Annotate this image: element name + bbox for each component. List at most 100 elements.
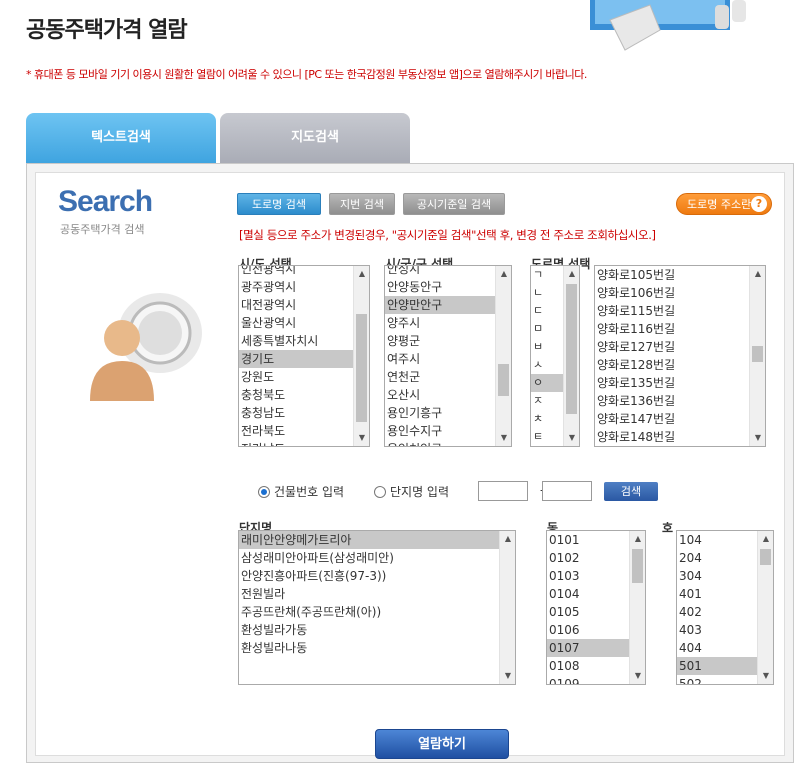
list-item[interactable]: ㄱ — [531, 266, 563, 284]
list-item[interactable]: 용인수지구 — [385, 422, 495, 440]
list-item[interactable]: 양화로148번길 — [595, 428, 749, 446]
list-item[interactable]: 401 — [677, 585, 757, 603]
building-number-main-input[interactable] — [478, 481, 528, 501]
list-item[interactable]: 양화로136번길 — [595, 392, 749, 410]
list-item[interactable]: 304 — [677, 567, 757, 585]
list-item[interactable]: 양화로116번길 — [595, 320, 749, 338]
list-item[interactable]: 0102 — [547, 549, 629, 567]
list-item[interactable]: 경기도 — [239, 350, 353, 368]
list-item[interactable]: 인천광역시 — [239, 266, 353, 278]
complex-list-scrollbar[interactable]: ▲ ▼ — [499, 531, 515, 684]
list-item[interactable]: 환성빌라가동 — [239, 621, 499, 639]
list-item[interactable]: 여주시 — [385, 350, 495, 368]
sido-list-scrollbar[interactable]: ▲ ▼ — [353, 266, 369, 446]
list-item[interactable]: 502 — [677, 675, 757, 684]
list-item[interactable]: 용인기흥구 — [385, 404, 495, 422]
list-item[interactable]: ㅂ — [531, 338, 563, 356]
consonant-list-scrollbar[interactable]: ▲ ▼ — [563, 266, 579, 446]
list-item[interactable]: 양화로105번길 — [595, 266, 749, 284]
list-item[interactable]: 양화로115번길 — [595, 302, 749, 320]
complexes-items: 래미안안양메가트리아 삼성래미안아파트(삼성래미안) 안양진흥아파트(진흥(97-3… — [239, 531, 499, 657]
tab-text-search[interactable]: 텍스트검색 — [26, 113, 216, 163]
list-item[interactable]: ㅅ — [531, 356, 563, 374]
date-search-button[interactable]: 공시기준일 검색 — [403, 193, 505, 215]
road-list-scrollbar[interactable]: ▲ ▼ — [749, 266, 765, 446]
list-item[interactable]: 환성빌라나동 — [239, 639, 499, 657]
list-item[interactable]: ㅈ — [531, 392, 563, 410]
tab-map-search[interactable]: 지도검색 — [220, 113, 410, 163]
consonant-list[interactable]: ㄱㄴㄷㅁㅂㅅㅇㅈㅊㅌ ▲ ▼ — [530, 265, 580, 447]
jibun-search-button[interactable]: 지번 검색 — [329, 193, 395, 215]
list-item[interactable]: 104 — [677, 531, 757, 549]
list-item[interactable]: 403 — [677, 621, 757, 639]
list-item[interactable]: 양화로106번길 — [595, 284, 749, 302]
list-item[interactable]: 402 — [677, 603, 757, 621]
road-address-help-button[interactable]: 도로명 주소란 ? — [676, 193, 772, 215]
road-list[interactable]: 양화로105번길 양화로106번길 양화로115번길 양화로116번길 양화로127번길… — [594, 265, 766, 447]
list-item[interactable]: 0101 — [547, 531, 629, 549]
list-item[interactable]: 0107 — [547, 639, 629, 657]
list-item[interactable]: 래미안안양메가트리아 — [239, 531, 499, 549]
list-item[interactable]: 양화로127번길 — [595, 338, 749, 356]
dongs-items: 0101010201030104010501060107010801090110 — [547, 531, 629, 684]
sigungu-items: 안성시안양동안구안양만안구양주시양평군여주시연천군오산시용인기흥구용인수지구용인… — [385, 266, 495, 446]
list-item[interactable]: 안성시 — [385, 266, 495, 278]
list-item[interactable]: 세종특별자치시 — [239, 332, 353, 350]
list-item[interactable]: 대전광역시 — [239, 296, 353, 314]
building-number-search-button[interactable]: 검색 — [604, 482, 658, 501]
ho-list[interactable]: 104204304401402403404501502503 ▲▼ — [676, 530, 774, 685]
list-item[interactable]: 양화로147번길 — [595, 410, 749, 428]
list-item[interactable]: ㄴ — [531, 284, 563, 302]
complex-name-option[interactable]: 단지명 입력 — [374, 483, 449, 500]
dong-list-scrollbar[interactable]: ▲ ▼ — [629, 531, 645, 684]
list-item[interactable]: 501 — [677, 657, 757, 675]
list-item[interactable]: ㅊ — [531, 410, 563, 428]
page-title: 공동주택가격 열람 — [26, 18, 188, 43]
list-item[interactable]: 0108 — [547, 657, 629, 675]
complex-list[interactable]: 래미안안양메가트리아 삼성래미안아파트(삼성래미안) 안양진흥아파트(진흥(97-3… — [238, 530, 516, 685]
list-item[interactable]: 0109 — [547, 675, 629, 684]
sigungu-list-scrollbar[interactable]: ▲ ▼ — [495, 266, 511, 446]
list-item[interactable]: 울산광역시 — [239, 314, 353, 332]
complex-name-radio[interactable] — [374, 486, 386, 498]
hos-items: 104204304401402403404501502503 — [677, 531, 757, 684]
list-item[interactable]: 오산시 — [385, 386, 495, 404]
list-item[interactable]: 광주광역시 — [239, 278, 353, 296]
view-button[interactable]: 열람하기 — [375, 729, 509, 759]
list-item[interactable]: 0106 — [547, 621, 629, 639]
list-item[interactable]: ㅁ — [531, 320, 563, 338]
list-item[interactable]: 안양동안구 — [385, 278, 495, 296]
list-item[interactable]: 안양만안구 — [385, 296, 495, 314]
building-number-radio[interactable] — [258, 486, 270, 498]
list-item[interactable]: 양평군 — [385, 332, 495, 350]
road-search-button[interactable]: 도로명 검색 — [237, 193, 321, 215]
list-item[interactable]: 강원도 — [239, 368, 353, 386]
sido-list[interactable]: 인천광역시 광주광역시 대전광역시 울산광역시 세종특별자치시 경기도 강원도 충청북도 충청남… — [238, 265, 370, 447]
list-item[interactable]: 충청남도 — [239, 404, 353, 422]
list-item[interactable]: 용인처인구 — [385, 440, 495, 446]
list-item[interactable]: 주공뜨란채(주공뜨란채(아)) — [239, 603, 499, 621]
ho-list-scrollbar[interactable]: ▲ ▼ — [757, 531, 773, 684]
list-item[interactable]: 전라남도 — [239, 440, 353, 446]
list-item[interactable]: 연천군 — [385, 368, 495, 386]
list-item[interactable]: 전원빌라 — [239, 585, 499, 603]
dong-list[interactable]: 0101010201030104010501060107010801090110… — [546, 530, 646, 685]
list-item[interactable]: 0105 — [547, 603, 629, 621]
list-item[interactable]: 양주시 — [385, 314, 495, 332]
list-item[interactable]: 양화로128번길 — [595, 356, 749, 374]
list-item[interactable]: 충청북도 — [239, 386, 353, 404]
list-item[interactable]: ㅌ — [531, 428, 563, 446]
building-number-sub-input[interactable] — [542, 481, 592, 501]
building-number-option[interactable]: 건물번호 입력 — [258, 483, 344, 500]
list-item[interactable]: 404 — [677, 639, 757, 657]
list-item[interactable]: ㄷ — [531, 302, 563, 320]
list-item[interactable]: 0103 — [547, 567, 629, 585]
list-item[interactable]: 양화로135번길 — [595, 374, 749, 392]
list-item[interactable]: 전라북도 — [239, 422, 353, 440]
list-item[interactable]: 0104 — [547, 585, 629, 603]
sigungu-list[interactable]: 안성시안양동안구안양만안구양주시양평군여주시연천군오산시용인기흥구용인수지구용인… — [384, 265, 512, 447]
list-item[interactable]: 삼성래미안아파트(삼성래미안) — [239, 549, 499, 567]
list-item[interactable]: ㅇ — [531, 374, 563, 392]
list-item[interactable]: 안양진흥아파트(진흥(97-3)) — [239, 567, 499, 585]
list-item[interactable]: 204 — [677, 549, 757, 567]
